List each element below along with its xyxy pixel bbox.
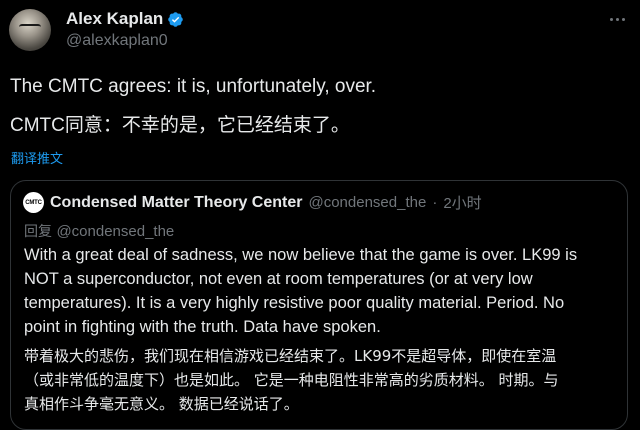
- reply-context: 回复 @condensed_the: [24, 221, 174, 241]
- avatar-glasses: [19, 24, 41, 32]
- separator-dot: ·: [432, 194, 438, 211]
- quoted-text-line: temperatures). It is a very highly resis…: [24, 294, 565, 312]
- verified-badge-icon: [168, 11, 184, 27]
- quoted-timestamp: 2小时: [443, 195, 482, 212]
- author-handle[interactable]: @alexkaplan0: [66, 32, 168, 50]
- quoted-handle: @condensed_the: [308, 194, 427, 211]
- reply-to-handle: @condensed_the: [56, 223, 175, 240]
- quoted-text-line-zh: 真相作斗争毫无意义。 数据已经说话了。: [24, 395, 299, 413]
- quoted-text-line-zh: （或非常低的温度下）也是如此。 它是一种电阻性非常高的劣质材料。 时期。与: [24, 371, 559, 389]
- more-options-icon[interactable]: [606, 10, 628, 28]
- quoted-tweet-header: CMTC Condensed Matter Theory Center @con…: [23, 192, 482, 213]
- tweet-text-english: The CMTC agrees: it is, unfortunately, o…: [10, 76, 377, 97]
- cmtc-logo: CMTC: [23, 192, 44, 213]
- quoted-display-name: Condensed Matter Theory Center: [50, 193, 303, 211]
- quoted-text-line: point in fighting with the truth. Data h…: [24, 318, 381, 336]
- tweet: Alex Kaplan @alexkaplan0 The CMTC agrees…: [0, 0, 640, 430]
- reply-prefix: 回复: [24, 224, 52, 240]
- author-display-name[interactable]: Alex Kaplan: [66, 9, 163, 29]
- quoted-tweet[interactable]: CMTC Condensed Matter Theory Center @con…: [10, 180, 628, 430]
- quoted-text-line: With a great deal of sadness, we now bel…: [24, 246, 578, 264]
- tweet-text-chinese: CMTC同意：不幸的是，它已经结束了。: [10, 115, 350, 136]
- translate-tweet-link[interactable]: 翻译推文: [11, 148, 63, 167]
- quoted-text-line: NOT a superconductor, not even at room t…: [24, 270, 533, 288]
- author-avatar[interactable]: [9, 9, 51, 51]
- author-name-row: Alex Kaplan: [66, 9, 184, 29]
- quoted-text-line-zh: 带着极大的悲伤，我们现在相信游戏已经结束了。LK99不是超导体，即使在室温: [24, 347, 557, 365]
